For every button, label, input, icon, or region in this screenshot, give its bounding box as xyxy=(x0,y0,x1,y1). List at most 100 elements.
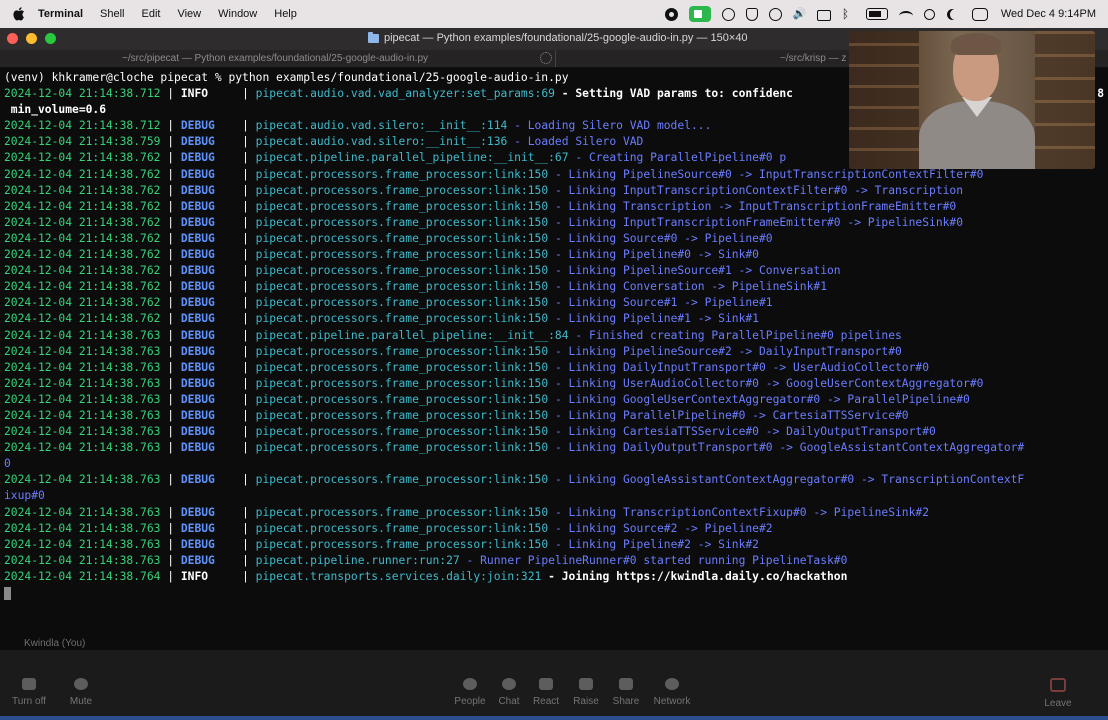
log-separator: | xyxy=(160,135,181,149)
chat-icon xyxy=(502,678,516,690)
log-separator: | xyxy=(160,248,181,262)
log-separator: | xyxy=(160,328,181,342)
log-module: pipecat.processors.frame_processor:link:… xyxy=(255,199,549,213)
log-line: 2024-12-04 21:14:38.762 | DEBUG | pipeca… xyxy=(4,231,1108,247)
camera-icon[interactable] xyxy=(688,6,711,22)
share-icon xyxy=(619,678,633,690)
tab-krisp[interactable]: ~/src/krisp — z xyxy=(780,50,846,67)
network-button[interactable]: Network xyxy=(650,678,694,707)
speaker-icon[interactable] xyxy=(793,7,807,21)
log-separator: | xyxy=(235,151,256,165)
log-module: pipecat.audio.vad.vad_analyzer:set_param… xyxy=(255,87,555,101)
log-separator: | xyxy=(160,521,181,535)
log-timestamp: 2024-12-04 21:14:38.763 xyxy=(4,408,161,422)
log-module: pipecat.processors.frame_processor:link:… xyxy=(255,248,549,262)
log-separator: | xyxy=(235,231,256,245)
react-button[interactable]: React xyxy=(524,678,568,707)
search-icon[interactable] xyxy=(923,8,935,20)
log-message: - Linking Pipeline#1 -> Sink#1 xyxy=(548,312,759,326)
log-separator: | xyxy=(160,425,181,439)
record-icon[interactable] xyxy=(664,7,678,21)
log-line: 2024-12-04 21:14:38.763 | DEBUG | pipeca… xyxy=(4,537,1108,553)
log-module: pipecat.processors.frame_processor:link:… xyxy=(255,264,549,278)
mute-button[interactable]: Mute xyxy=(59,678,103,707)
circle-icon[interactable] xyxy=(721,7,735,21)
wifi-icon[interactable] xyxy=(898,10,913,21)
log-module: pipecat.processors.frame_processor:link:… xyxy=(255,344,549,358)
share-button[interactable]: Share xyxy=(604,678,648,707)
log-message: - Linking DailyOutputTransport#0 -> Goog… xyxy=(548,441,1025,455)
log-module: pipecat.processors.frame_processor:link:… xyxy=(255,425,549,439)
log-separator: | xyxy=(235,441,256,455)
log-timestamp: 2024-12-04 21:14:38.763 xyxy=(4,505,161,519)
log-timestamp: 2024-12-04 21:14:38.759 xyxy=(4,135,161,149)
microphone-icon xyxy=(74,678,88,690)
log-line: 2024-12-04 21:14:38.763 | DEBUG | pipeca… xyxy=(4,521,1108,537)
webcam-video-tile[interactable] xyxy=(849,31,1095,169)
log-separator: | xyxy=(235,135,256,149)
clock[interactable]: Wed Dec 4 9:14PM xyxy=(1001,8,1096,20)
log-level: INFO xyxy=(180,569,236,583)
log-line: 2024-12-04 21:14:38.762 | DEBUG | pipeca… xyxy=(4,183,1108,199)
log-separator: | xyxy=(235,87,256,101)
menu-edit[interactable]: Edit xyxy=(142,8,161,20)
play-icon[interactable] xyxy=(768,7,782,21)
log-level: DEBUG xyxy=(180,553,236,567)
log-timestamp: 2024-12-04 21:14:38.763 xyxy=(4,376,161,390)
log-separator: | xyxy=(160,569,181,583)
menu-window[interactable]: Window xyxy=(218,8,257,20)
log-module: pipecat.pipeline.runner:run:27 xyxy=(255,553,460,567)
activity-spinner-icon xyxy=(540,52,552,64)
log-module: pipecat.processors.frame_processor:link:… xyxy=(255,183,549,197)
log-message: - Linking GoogleUserContextAggregator#0 … xyxy=(548,392,970,406)
log-module: pipecat.transports.services.daily:join:3… xyxy=(255,569,542,583)
apple-icon[interactable] xyxy=(12,6,26,22)
log-module: pipecat.audio.vad.silero:__init__:114 xyxy=(255,119,508,133)
people-button[interactable]: People xyxy=(448,678,492,707)
log-timestamp: 2024-12-04 21:14:38.712 xyxy=(4,87,161,101)
log-module: pipecat.processors.frame_processor:link:… xyxy=(255,441,549,455)
log-module: pipecat.processors.frame_processor:link:… xyxy=(255,296,549,310)
log-timestamp: 2024-12-04 21:14:38.762 xyxy=(4,167,161,181)
log-level: DEBUG xyxy=(180,425,236,439)
log-timestamp: 2024-12-04 21:14:38.762 xyxy=(4,231,161,245)
log-line: 2024-12-04 21:14:38.762 | DEBUG | pipeca… xyxy=(4,199,1108,215)
log-separator: | xyxy=(235,328,256,342)
log-module: pipecat.processors.frame_processor:link:… xyxy=(255,408,549,422)
log-separator: | xyxy=(235,312,256,326)
log-level: DEBUG xyxy=(180,151,236,165)
minimize-button[interactable] xyxy=(26,33,37,44)
log-module: pipecat.pipeline.parallel_pipeline:__ini… xyxy=(255,328,569,342)
log-separator: | xyxy=(235,215,256,229)
log-line: 2024-12-04 21:14:38.763 | DEBUG | pipeca… xyxy=(4,440,1108,456)
card-icon[interactable] xyxy=(816,9,831,21)
raise-hand-icon xyxy=(579,678,593,690)
tab-pipecat[interactable]: ~/src/pipecat — Python examples/foundati… xyxy=(122,50,428,67)
log-line: 2024-12-04 21:14:38.763 | DEBUG | pipeca… xyxy=(4,408,1108,424)
close-button[interactable] xyxy=(7,33,18,44)
menu-view[interactable]: View xyxy=(177,8,201,20)
log-module: pipecat.processors.frame_processor:link:… xyxy=(255,360,549,374)
log-timestamp: 2024-12-04 21:14:38.762 xyxy=(4,264,161,278)
shield-icon[interactable] xyxy=(745,7,758,21)
log-timestamp: 2024-12-04 21:14:38.763 xyxy=(4,344,161,358)
raise-hand-button[interactable]: Raise xyxy=(564,678,608,707)
log-level: DEBUG xyxy=(180,296,236,310)
log-separator: | xyxy=(160,537,181,551)
leave-button[interactable]: Leave xyxy=(1036,678,1080,709)
menu-app-terminal[interactable]: Terminal xyxy=(38,8,83,20)
window-title: pipecat — Python examples/foundational/2… xyxy=(384,32,748,44)
log-timestamp: 2024-12-04 21:14:38.762 xyxy=(4,183,161,197)
turn-off-video-button[interactable]: Turn off xyxy=(7,678,51,707)
focus-moon-icon[interactable] xyxy=(950,9,961,20)
control-center-icon[interactable] xyxy=(971,7,988,21)
log-module: pipecat.processors.frame_processor:link:… xyxy=(255,167,549,181)
menu-shell[interactable]: Shell xyxy=(100,8,124,20)
zoom-button[interactable] xyxy=(45,33,56,44)
bluetooth-icon[interactable]: ᛒ xyxy=(842,7,855,21)
meeting-controls: Kwindla (You) Turn off Mute People Chat … xyxy=(0,638,1108,720)
log-module: pipecat.processors.frame_processor:link:… xyxy=(255,473,549,487)
log-separator: | xyxy=(235,264,256,278)
menu-help[interactable]: Help xyxy=(274,8,297,20)
battery-icon[interactable] xyxy=(865,8,888,20)
